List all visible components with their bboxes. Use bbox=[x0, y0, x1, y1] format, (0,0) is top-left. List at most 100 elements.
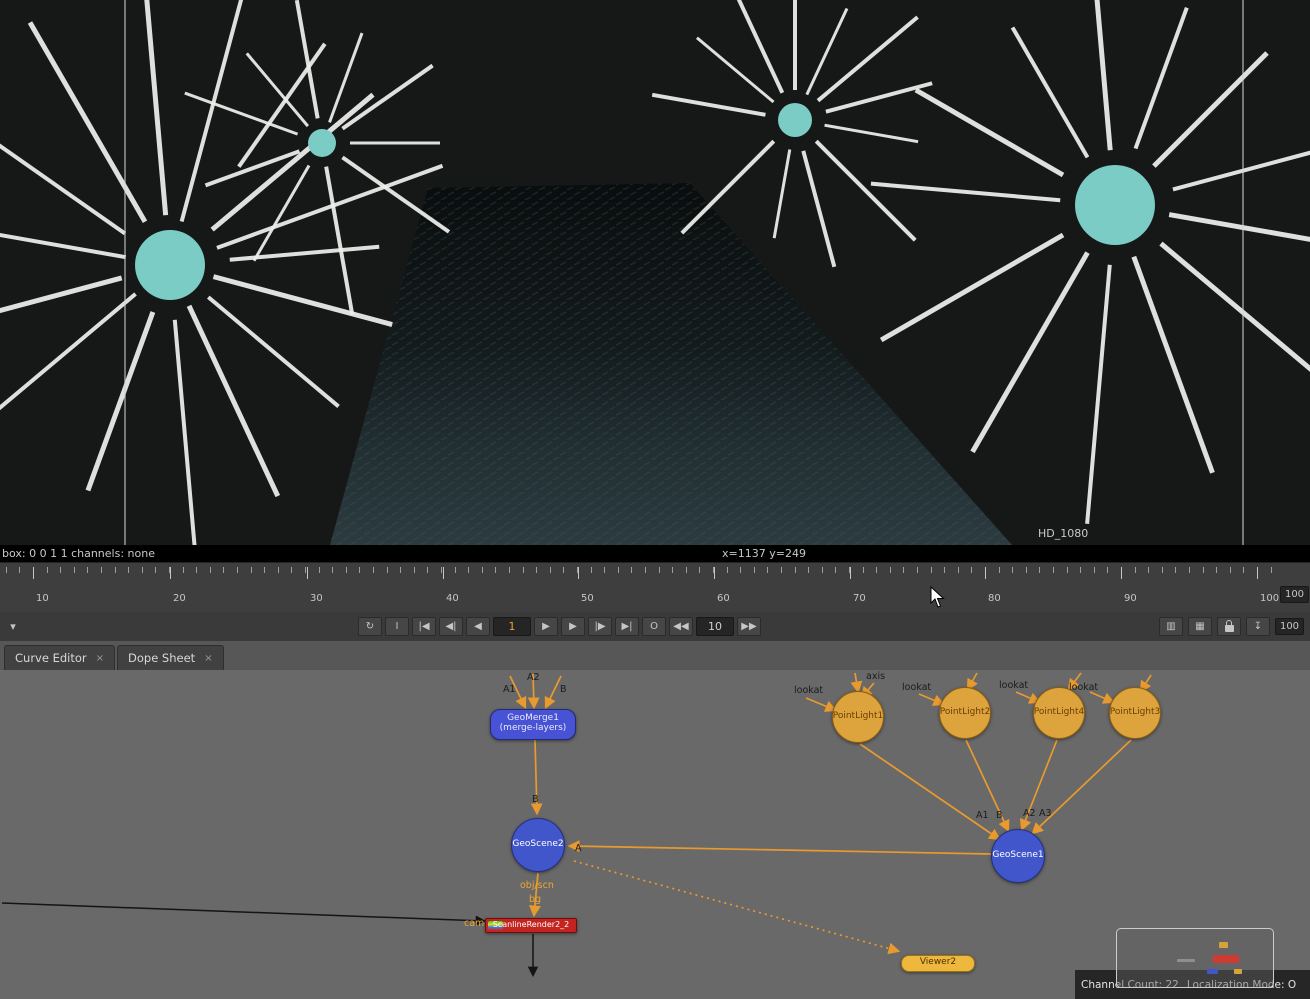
ruler-tick bbox=[305, 567, 306, 573]
viewer-3d-panel[interactable]: HD_1080 bbox=[0, 0, 1310, 545]
loop-mode-button[interactable]: ↻ bbox=[358, 617, 382, 636]
ruler-tick bbox=[373, 567, 374, 573]
node-pointlight3[interactable]: PointLight3 bbox=[1109, 687, 1161, 739]
ruler-tick bbox=[550, 567, 551, 573]
range-end-field-2[interactable]: 100 bbox=[1275, 618, 1304, 635]
ruler-major-tick bbox=[1257, 567, 1258, 579]
ruler-tick bbox=[291, 567, 292, 573]
ruler-tick bbox=[754, 567, 755, 573]
node-label: GeoScene1 bbox=[992, 851, 1043, 861]
nuke-window: HD_1080 box: 0 0 1 1 channels: none x=11… bbox=[0, 0, 1310, 999]
ruler-tick bbox=[47, 567, 48, 573]
ruler-tick bbox=[210, 567, 211, 573]
minimap-node bbox=[1177, 959, 1195, 962]
node-pointlight4[interactable]: PointLight4 bbox=[1033, 687, 1085, 739]
ruler-tick bbox=[142, 567, 143, 573]
ruler-frame-label: 100 bbox=[1260, 593, 1279, 604]
ruler-tick bbox=[74, 567, 75, 573]
node-scanlinerender2_2[interactable]: ScanlineRender2_2 bbox=[485, 918, 577, 933]
tab-dope-sheet[interactable]: Dope Sheet× bbox=[117, 645, 224, 670]
step-forward-button[interactable]: ▶ bbox=[534, 617, 558, 636]
ruler-tick bbox=[87, 567, 88, 573]
ruler-tick bbox=[740, 567, 741, 573]
viewer-format-label: HD_1080 bbox=[1038, 527, 1088, 540]
goto-start-button[interactable]: |◀ bbox=[412, 617, 436, 636]
next-keyframe-button[interactable]: |▶ bbox=[588, 617, 612, 636]
node-geoscene1[interactable]: GeoScene1 bbox=[991, 829, 1045, 883]
ruler-tick bbox=[414, 567, 415, 573]
ruler-tick bbox=[196, 567, 197, 573]
render-range-icon[interactable]: ▦ bbox=[1188, 617, 1212, 636]
ruler-tick bbox=[1243, 567, 1244, 573]
flipbook-icon[interactable]: ▥ bbox=[1159, 617, 1183, 636]
node-viewer2[interactable]: Viewer2 bbox=[901, 955, 975, 972]
flag-button[interactable]: O bbox=[642, 617, 666, 636]
jump-forward-button[interactable]: ▶▶ bbox=[737, 617, 761, 636]
ruler-tick bbox=[1094, 567, 1095, 573]
ruler-tick bbox=[400, 567, 401, 573]
ruler-major-tick bbox=[1121, 567, 1122, 579]
timeline-options-chevron[interactable]: ▾ bbox=[4, 617, 22, 636]
jump-back-button[interactable]: ◀◀ bbox=[669, 617, 693, 636]
current-frame-field[interactable]: 1 bbox=[493, 617, 531, 636]
node-pointlight1[interactable]: PointLight1 bbox=[832, 691, 884, 743]
ruler-tick bbox=[1216, 567, 1217, 573]
minimap-node bbox=[1234, 969, 1242, 974]
ruler-tick bbox=[482, 567, 483, 573]
ruler-tick bbox=[659, 567, 660, 573]
minimap-node bbox=[1213, 955, 1239, 963]
ruler-tick bbox=[387, 567, 388, 573]
ruler-tick bbox=[155, 567, 156, 573]
ruler-frame-label: 10 bbox=[36, 593, 49, 604]
play-forward-button[interactable]: ▶ bbox=[561, 617, 585, 636]
frame-ruler[interactable]: 102030405060708090100 bbox=[0, 563, 1280, 613]
frame-increment-field[interactable]: 10 bbox=[696, 617, 734, 636]
ruler-tick bbox=[441, 567, 442, 573]
ruler-tick bbox=[1189, 567, 1190, 573]
ruler-tick bbox=[631, 567, 632, 573]
ruler-tick bbox=[1135, 567, 1136, 573]
node-geoscene2[interactable]: GeoScene2 bbox=[511, 818, 565, 872]
lock-range-icon[interactable] bbox=[1217, 617, 1241, 636]
ruler-tick bbox=[1230, 567, 1231, 573]
ruler-tick bbox=[359, 567, 360, 573]
timeline-panel[interactable]: 102030405060708090100 100 bbox=[0, 562, 1310, 612]
ruler-tick bbox=[699, 567, 700, 573]
prev-keyframe-button[interactable]: ◀| bbox=[439, 617, 463, 636]
ruler-tick bbox=[1162, 567, 1163, 573]
frame-in-button[interactable]: I bbox=[385, 617, 409, 636]
ruler-tick bbox=[1026, 567, 1027, 573]
tab-curve-editor[interactable]: Curve Editor× bbox=[4, 645, 115, 670]
ruler-major-tick bbox=[33, 567, 34, 579]
tab-close-icon[interactable]: × bbox=[204, 653, 212, 664]
transport-right-cluster: ▥ ▦ ↧ 100 bbox=[1159, 617, 1306, 636]
ruler-tick bbox=[6, 567, 7, 573]
range-end-field[interactable]: 100 bbox=[1280, 586, 1309, 603]
ruler-tick bbox=[672, 567, 673, 573]
node-geomerge1[interactable]: GeoMerge1(merge-layers) bbox=[490, 709, 576, 740]
minimap-node bbox=[1219, 942, 1228, 948]
ruler-frame-label: 50 bbox=[581, 593, 594, 604]
ruler-tick bbox=[917, 567, 918, 573]
save-icon[interactable]: ↧ bbox=[1246, 617, 1270, 636]
cursor-position-readout: x=1137 y=249 bbox=[722, 547, 806, 560]
ruler-tick bbox=[536, 567, 537, 573]
goto-end-button[interactable]: ▶| bbox=[615, 617, 639, 636]
minimap-node bbox=[1207, 969, 1218, 974]
ruler-tick bbox=[795, 567, 796, 573]
ruler-tick bbox=[1107, 567, 1108, 573]
ruler-tick bbox=[346, 567, 347, 573]
ruler-tick bbox=[944, 567, 945, 573]
tab-close-icon[interactable]: × bbox=[96, 653, 104, 664]
ruler-tick bbox=[822, 567, 823, 573]
dag-minimap[interactable] bbox=[1116, 928, 1274, 988]
bbox-channels-info: box: 0 0 1 1 channels: none bbox=[2, 547, 155, 560]
node-graph-panel[interactable]: A1A2BBAobj/scnbgcamlookataxislookatlooka… bbox=[0, 670, 1310, 999]
ruler-tick bbox=[427, 567, 428, 573]
play-backward-button[interactable]: ◀ bbox=[466, 617, 490, 636]
ruler-tick bbox=[1012, 567, 1013, 573]
ruler-frame-label: 60 bbox=[717, 593, 730, 604]
node-pointlight2[interactable]: PointLight2 bbox=[939, 687, 991, 739]
transport-bar: ▾ ↻I|◀◀|◀1▶▶|▶▶|O◀◀10▶▶ ▥▦↧ 100 bbox=[0, 612, 1310, 641]
ruler-major-tick bbox=[578, 567, 579, 579]
